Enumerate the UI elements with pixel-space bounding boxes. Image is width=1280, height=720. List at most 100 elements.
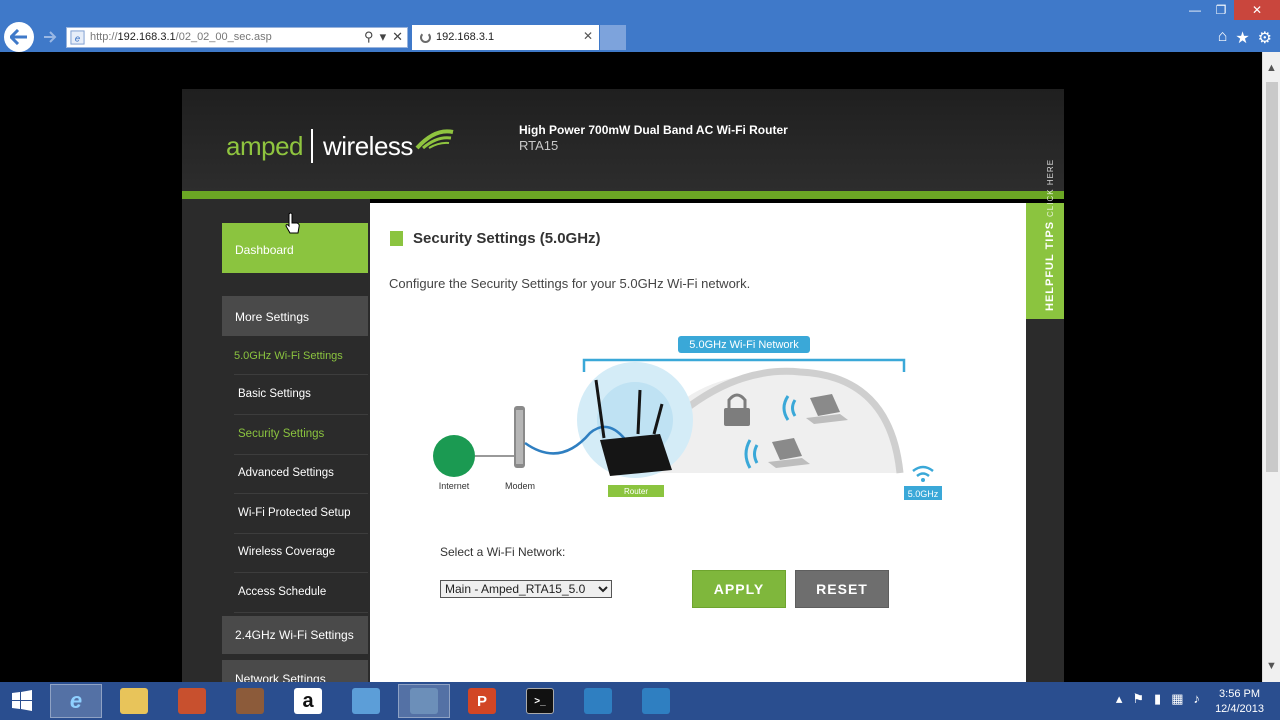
taskbar-remote-desktop[interactable] <box>340 684 392 718</box>
internet-globe-icon <box>433 435 475 477</box>
scroll-up-arrow-icon[interactable]: ▲ <box>1266 62 1277 74</box>
powerpoint-icon: P <box>468 688 496 714</box>
scroll-down-arrow-icon[interactable]: ▼ <box>1266 660 1277 672</box>
app-icon <box>236 688 264 714</box>
taskbar-app[interactable] <box>398 684 450 718</box>
clock-date: 12/4/2013 <box>1215 703 1264 715</box>
sidebar-item-advanced-settings[interactable]: Advanced Settings <box>234 454 368 494</box>
forward-arrow-icon <box>44 31 57 43</box>
tab-close-icon[interactable]: ✕ <box>583 29 593 43</box>
show-hidden-icons-icon[interactable]: ▴ <box>1116 691 1123 707</box>
apply-button[interactable]: APPLY <box>692 570 786 608</box>
minimize-button[interactable]: — <box>1182 0 1208 20</box>
action-center-flag-icon[interactable]: ⚑ <box>1132 691 1144 707</box>
internet-label: Internet <box>439 481 470 491</box>
maximize-button[interactable]: ❐ <box>1208 0 1234 20</box>
logo-swoosh-icon <box>415 129 454 150</box>
product-model: RTA15 <box>519 138 559 153</box>
app-icon <box>410 688 438 714</box>
sidebar: Dashboard More Settings 5.0GHz Wi-Fi Set… <box>182 199 370 690</box>
sidebar-item-access-schedule[interactable]: Access Schedule <box>234 573 368 613</box>
main-content: Security Settings (5.0GHz) Configure the… <box>370 203 1026 682</box>
browser-titlebar: e http://192.168.3.1/02_02_00_sec.asp ⚲ … <box>0 0 1280 52</box>
taskbar-amazon[interactable]: a <box>282 684 334 718</box>
section-2-4ghz-wifi-settings[interactable]: 2.4GHz Wi-Fi Settings <box>222 616 368 654</box>
search-icon[interactable]: ⚲ <box>364 29 374 45</box>
sidebar-item-wi-fi-protected-setup[interactable]: Wi-Fi Protected Setup <box>234 494 368 534</box>
hand-cursor-icon <box>285 212 300 234</box>
taskbar-app[interactable] <box>166 684 218 718</box>
taskbar: e a P >_ ▴ ⚑ ▮ ▦ ♪ 3:56 PM 12/4/2013 <box>0 682 1280 720</box>
sidebar-item-basic-settings[interactable]: Basic Settings <box>234 375 368 415</box>
network-label: 5.0GHz Wi-Fi Network <box>689 339 799 351</box>
taskbar-app[interactable] <box>572 684 624 718</box>
tab-active[interactable]: 192.168.3.1 ✕ <box>412 25 599 50</box>
system-tray: ▴ ⚑ ▮ ▦ ♪ <box>1116 691 1200 707</box>
stop-icon[interactable]: ✕ <box>392 29 403 45</box>
taskbar-powerpoint[interactable]: P <box>456 684 508 718</box>
tips-panel-background <box>1026 319 1064 682</box>
start-button[interactable] <box>6 688 38 714</box>
click-here-label: CLICK HERE <box>1046 158 1055 217</box>
title-marker <box>390 231 403 246</box>
network-diagram: 5.0GHz Wi-Fi Network Internet Modem Rout… <box>433 336 942 500</box>
page-title: Security Settings (5.0GHz) <box>413 230 601 247</box>
dropdown-arrow-icon[interactable]: ▾ <box>380 29 387 45</box>
taskbar-file-explorer[interactable] <box>108 684 160 718</box>
taskbar-app[interactable] <box>224 684 276 718</box>
more-settings-header[interactable]: More Settings <box>222 296 368 336</box>
back-button[interactable] <box>4 22 34 52</box>
reset-button[interactable]: RESET <box>795 570 889 608</box>
lock-icon <box>724 408 750 426</box>
remote-desktop-icon <box>352 688 380 714</box>
new-tab-button[interactable] <box>600 25 626 50</box>
command-prompt-icon: >_ <box>526 688 554 714</box>
clock-time: 3:56 PM <box>1219 688 1261 700</box>
modem-label: Modem <box>505 481 535 491</box>
volume-icon[interactable]: ♪ <box>1194 691 1201 707</box>
loading-spinner-icon <box>420 32 431 43</box>
product-name: High Power 700mW Dual Band AC Wi-Fi Rout… <box>519 123 788 137</box>
favorites-star-icon[interactable]: ★ <box>1235 28 1249 48</box>
header-divider <box>182 191 1064 199</box>
app-icon <box>642 688 670 714</box>
internet-explorer-icon: e <box>69 688 83 713</box>
scroll-thumb[interactable] <box>1266 82 1278 472</box>
back-arrow-icon <box>10 29 27 45</box>
select-network-label: Select a Wi-Fi Network: <box>440 545 566 559</box>
wifi-signal-icon <box>912 465 934 482</box>
address-bar[interactable]: e http://192.168.3.1/02_02_00_sec.asp ⚲ … <box>66 27 408 48</box>
tab-title: 192.168.3.1 <box>436 31 495 43</box>
sidebar-item-security-settings[interactable]: Security Settings <box>234 415 368 455</box>
forward-button[interactable] <box>40 28 60 46</box>
vertical-scrollbar[interactable]: ▲ ▼ <box>1262 52 1280 682</box>
router-label: Router <box>624 487 648 496</box>
wifi-network-select[interactable]: Main - Amped_RTA15_5.0 <box>440 580 612 598</box>
page-description: Configure the Security Settings for your… <box>389 276 751 291</box>
network-icon[interactable]: ▦ <box>1171 691 1183 707</box>
helpful-tips-label: HELPFUL TIPS <box>1044 220 1056 311</box>
app-icon <box>584 688 612 714</box>
close-window-button[interactable]: ✕ <box>1234 0 1280 20</box>
amped-wireless-logo: amped wireless <box>226 129 455 163</box>
ie-page-icon: e <box>70 30 85 45</box>
home-icon[interactable]: ⌂ <box>1218 28 1228 48</box>
taskbar-internet-explorer[interactable]: e <box>50 684 102 718</box>
taskbar-app[interactable] <box>630 684 682 718</box>
section-5ghz-wifi-settings[interactable]: 5.0GHz Wi-Fi Settings <box>234 339 368 375</box>
power-icon[interactable]: ▮ <box>1154 691 1161 707</box>
windows-logo-icon <box>12 690 32 711</box>
settings-gear-icon[interactable]: ⚙ <box>1258 28 1272 48</box>
sidebar-item-wireless-coverage[interactable]: Wireless Coverage <box>234 533 368 573</box>
svg-text:e: e <box>75 33 80 43</box>
folder-icon <box>120 688 148 714</box>
band-label: 5.0GHz <box>908 489 939 499</box>
helpful-tips-tab[interactable]: HELPFUL TIPS CLICK HERE <box>1026 159 1064 319</box>
router-header: amped wireless High Power 700mW Dual Ban… <box>182 89 1064 191</box>
taskbar-command-prompt[interactable]: >_ <box>514 684 566 718</box>
router-icon <box>600 434 672 476</box>
system-clock[interactable]: 3:56 PM 12/4/2013 <box>1215 687 1264 717</box>
window-controls: — ❐ ✕ <box>1182 0 1280 20</box>
app-icon <box>178 688 206 714</box>
address-url: http://192.168.3.1/02_02_00_sec.asp <box>90 31 272 43</box>
